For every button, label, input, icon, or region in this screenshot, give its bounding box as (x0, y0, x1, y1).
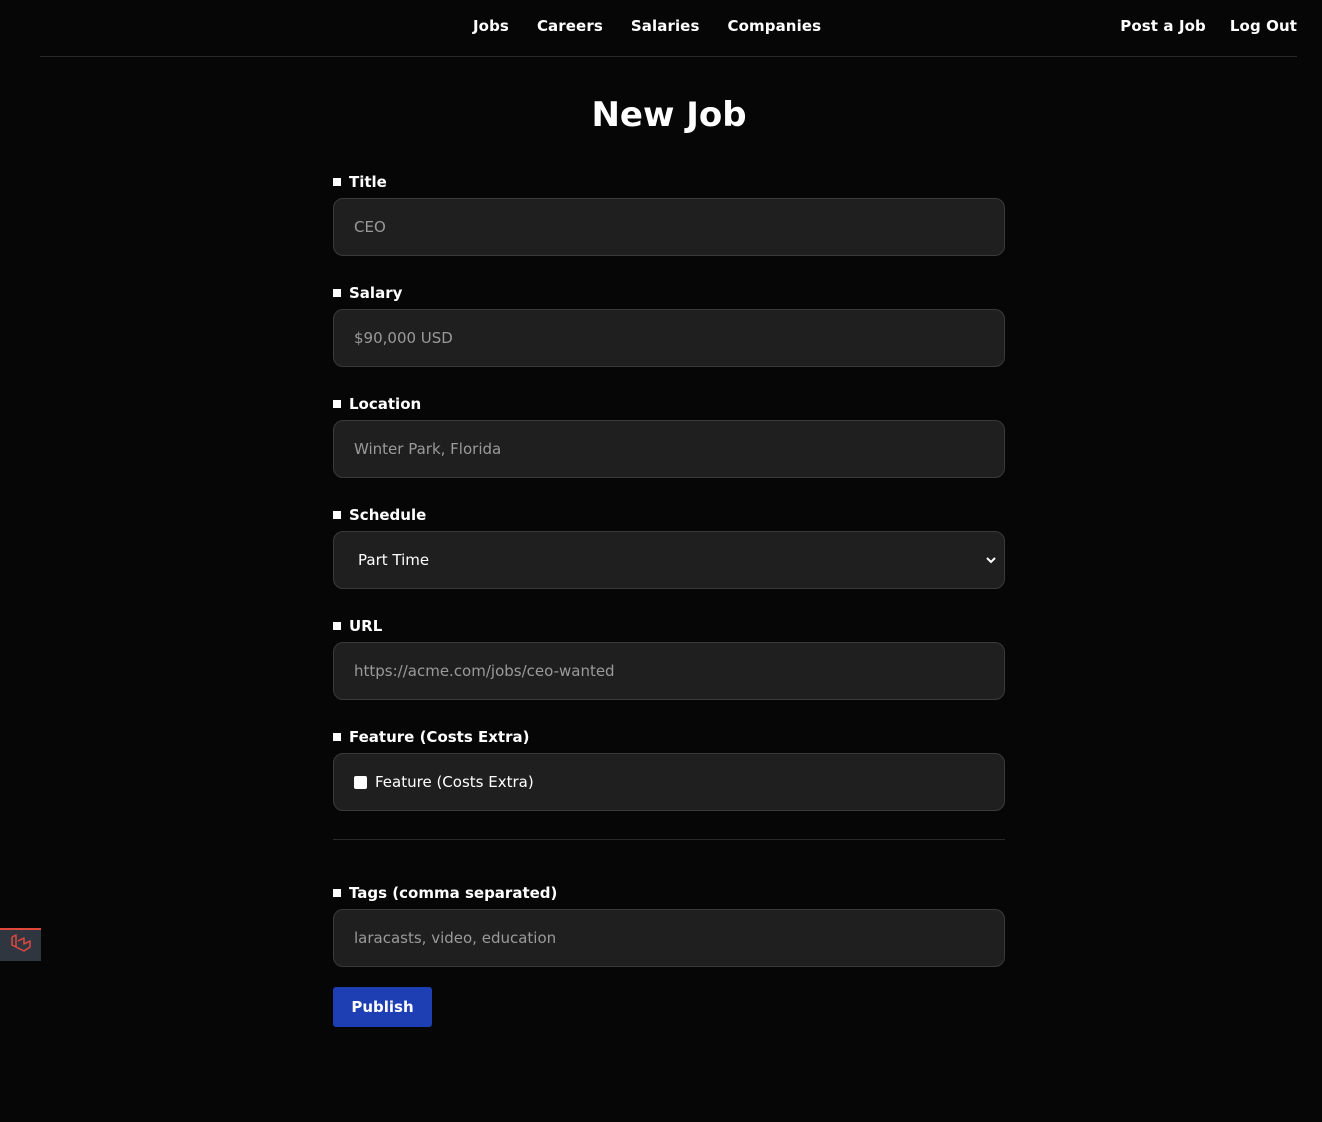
log-out-link[interactable]: Log Out (1230, 17, 1297, 35)
nav-link-careers[interactable]: Careers (537, 17, 603, 35)
nav-link-companies[interactable]: Companies (728, 17, 822, 35)
salary-input-wrapper (333, 309, 1005, 367)
schedule-field: Schedule Part Time (333, 506, 1005, 589)
nav-link-salaries[interactable]: Salaries (631, 17, 700, 35)
location-input[interactable] (354, 440, 984, 458)
title-label: Title (333, 172, 1005, 191)
label-bullet (333, 288, 341, 297)
title-field: Title (333, 173, 1005, 256)
nav-link-jobs[interactable]: Jobs (473, 17, 509, 35)
url-input-wrapper (333, 642, 1005, 700)
new-job-form: Title Salary Location (333, 173, 1005, 1027)
schedule-select[interactable]: Part Time (333, 531, 1005, 589)
location-label-text: Location (349, 394, 422, 413)
url-field: URL (333, 617, 1005, 700)
feature-checkbox-label[interactable]: Feature (Costs Extra) (375, 773, 534, 791)
post-a-job-link[interactable]: Post a Job (1120, 17, 1206, 35)
label-bullet (333, 510, 341, 519)
page-title: New Job (591, 95, 747, 135)
feature-checkbox-wrapper: Feature (Costs Extra) (333, 753, 1005, 811)
feature-field: Feature (Costs Extra) Feature (Costs Ext… (333, 728, 1005, 811)
schedule-selected-value: Part Time (358, 551, 430, 569)
main-nav-links: Jobs Careers Salaries Companies (473, 17, 821, 35)
label-bullet (333, 621, 341, 630)
schedule-label-text: Schedule (349, 505, 427, 524)
location-label: Location (333, 394, 1005, 413)
feature-checkbox[interactable] (354, 775, 367, 789)
feature-label-text: Feature (Costs Extra) (349, 727, 530, 746)
account-nav-links: Post a Job Log Out (1120, 17, 1297, 35)
form-divider (333, 839, 1005, 840)
salary-field: Salary (333, 284, 1005, 367)
debugbar-toggle[interactable] (0, 928, 41, 961)
location-field: Location (333, 395, 1005, 478)
tags-input[interactable] (354, 929, 984, 947)
publish-button[interactable]: Publish (333, 987, 432, 1027)
tags-label: Tags (comma separated) (333, 883, 1005, 902)
location-input-wrapper (333, 420, 1005, 478)
schedule-label: Schedule (333, 505, 1005, 524)
url-input[interactable] (354, 662, 984, 680)
feature-label: Feature (Costs Extra) (333, 727, 1005, 746)
salary-label-text: Salary (349, 283, 403, 302)
label-bullet (333, 399, 341, 408)
tags-field: Tags (comma separated) (333, 884, 1005, 967)
salary-input[interactable] (354, 329, 984, 347)
label-bullet (333, 177, 341, 186)
title-label-text: Title (349, 172, 387, 191)
top-navigation: Jobs Careers Salaries Companies Post a J… (40, 0, 1297, 57)
title-input[interactable] (354, 218, 984, 236)
chevron-down-icon (986, 555, 996, 565)
url-label-text: URL (349, 616, 383, 635)
salary-label: Salary (333, 283, 1005, 302)
tags-label-text: Tags (comma separated) (349, 883, 558, 902)
label-bullet (333, 888, 341, 897)
laravel-logo-icon (10, 933, 32, 958)
label-bullet (333, 732, 341, 741)
url-label: URL (333, 616, 1005, 635)
title-input-wrapper (333, 198, 1005, 256)
tags-input-wrapper (333, 909, 1005, 967)
page: Jobs Careers Salaries Companies Post a J… (0, 0, 1322, 1122)
